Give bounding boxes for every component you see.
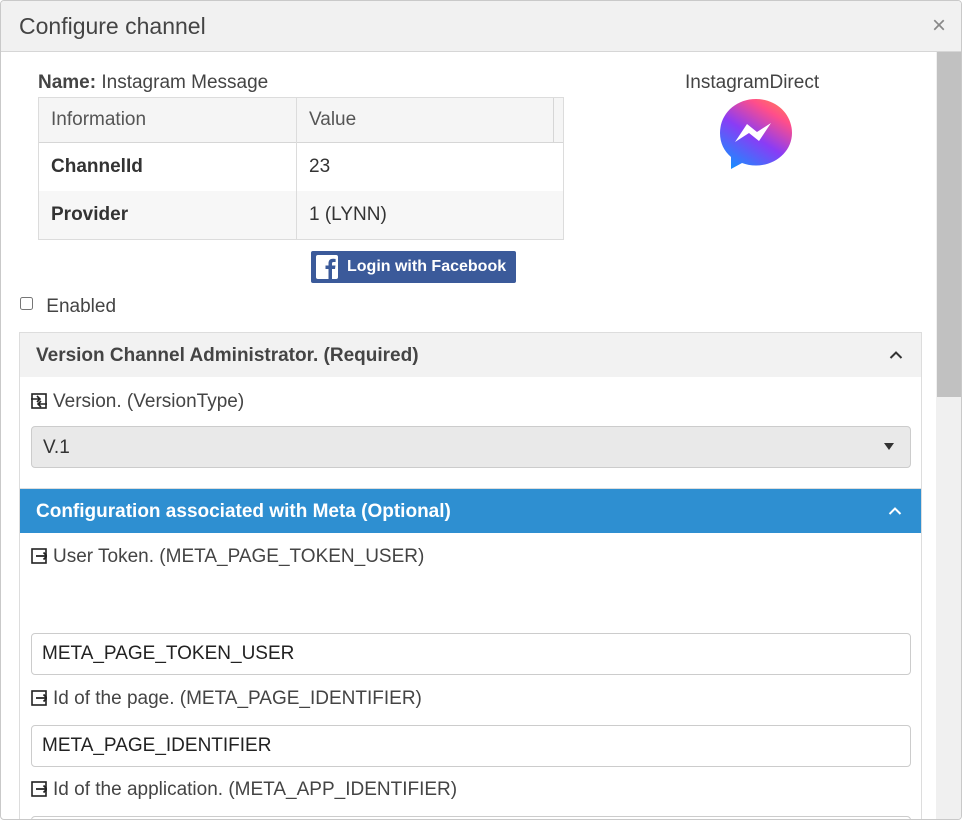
version-panel-title: Version Channel Administrator. (Required…	[36, 345, 419, 366]
user-token-label-text: User Token. (META_PAGE_TOKEN_USER)	[53, 546, 425, 567]
login-with-facebook-button[interactable]: Login with Facebook	[311, 251, 516, 283]
row-value: 23	[309, 156, 331, 177]
version-select[interactable]: V.1	[31, 426, 911, 468]
app-id-label-text: Id of the application. (META_APP_IDENTIF…	[53, 779, 458, 800]
login-with-facebook-label: Login with Facebook	[347, 258, 507, 275]
chevron-up-icon[interactable]	[888, 506, 902, 516]
page-id-label: Id of the page. (META_PAGE_IDENTIFIER)	[31, 688, 422, 710]
provider-name: InstagramDirect	[685, 72, 820, 93]
version-type-icon	[31, 393, 47, 409]
user-token-input[interactable]	[31, 633, 911, 675]
channel-name: Name: Instagram Message	[38, 72, 268, 94]
input-icon	[31, 548, 47, 564]
page-id-input[interactable]	[31, 725, 911, 767]
meta-config-panel: Configuration associated with Meta (Opti…	[19, 488, 922, 819]
dialog-title: Configure channel	[19, 13, 206, 39]
app-id-input[interactable]	[31, 816, 911, 819]
scrollbar-thumb[interactable]	[937, 52, 961, 397]
input-icon	[31, 781, 47, 797]
messenger-icon	[720, 99, 792, 169]
version-field-label-text: Version. (VersionType)	[53, 391, 245, 412]
meta-config-panel-header[interactable]: Configuration associated with Meta (Opti…	[20, 489, 921, 533]
column-header-value: Value	[309, 109, 357, 130]
chevron-up-icon[interactable]	[889, 350, 903, 360]
table-row: ChannelId 23	[39, 143, 563, 191]
configure-channel-dialog: Configure channel × Name: Instagram Mess…	[0, 0, 962, 820]
facebook-icon	[316, 255, 338, 279]
dialog-body: Name: Instagram Message Information Valu…	[1, 52, 936, 819]
version-panel-header[interactable]: Version Channel Administrator. (Required…	[20, 333, 921, 377]
table-header-row: Information Value	[39, 98, 563, 143]
enabled-checkbox[interactable]	[20, 297, 33, 310]
scrollbar[interactable]	[936, 52, 961, 819]
row-key: ChannelId	[51, 156, 143, 177]
table-row: Provider 1 (LYNN)	[39, 191, 563, 239]
channel-name-value: Instagram Message	[101, 72, 269, 93]
input-icon	[31, 690, 47, 706]
app-id-label: Id of the application. (META_APP_IDENTIF…	[31, 779, 457, 801]
row-value: 1 (LYNN)	[309, 204, 387, 225]
enabled-checkbox-row[interactable]: Enabled	[20, 296, 116, 318]
dialog-header: Configure channel ×	[1, 1, 961, 52]
row-key: Provider	[51, 204, 129, 225]
channel-name-label: Name:	[38, 72, 97, 93]
close-icon[interactable]: ×	[929, 13, 949, 39]
user-token-label: User Token. (META_PAGE_TOKEN_USER)	[31, 546, 424, 568]
column-header-information: Information	[51, 109, 147, 130]
page-id-label-text: Id of the page. (META_PAGE_IDENTIFIER)	[53, 688, 422, 709]
version-panel: Version Channel Administrator. (Required…	[19, 332, 922, 489]
info-table: Information Value ChannelId 23 Provider …	[38, 97, 564, 240]
enabled-label: Enabled	[46, 296, 117, 317]
version-field-label: Version. (VersionType)	[31, 391, 244, 413]
caret-down-icon	[884, 443, 894, 450]
version-select-value: V.1	[43, 437, 70, 458]
meta-config-panel-title: Configuration associated with Meta (Opti…	[36, 501, 451, 522]
